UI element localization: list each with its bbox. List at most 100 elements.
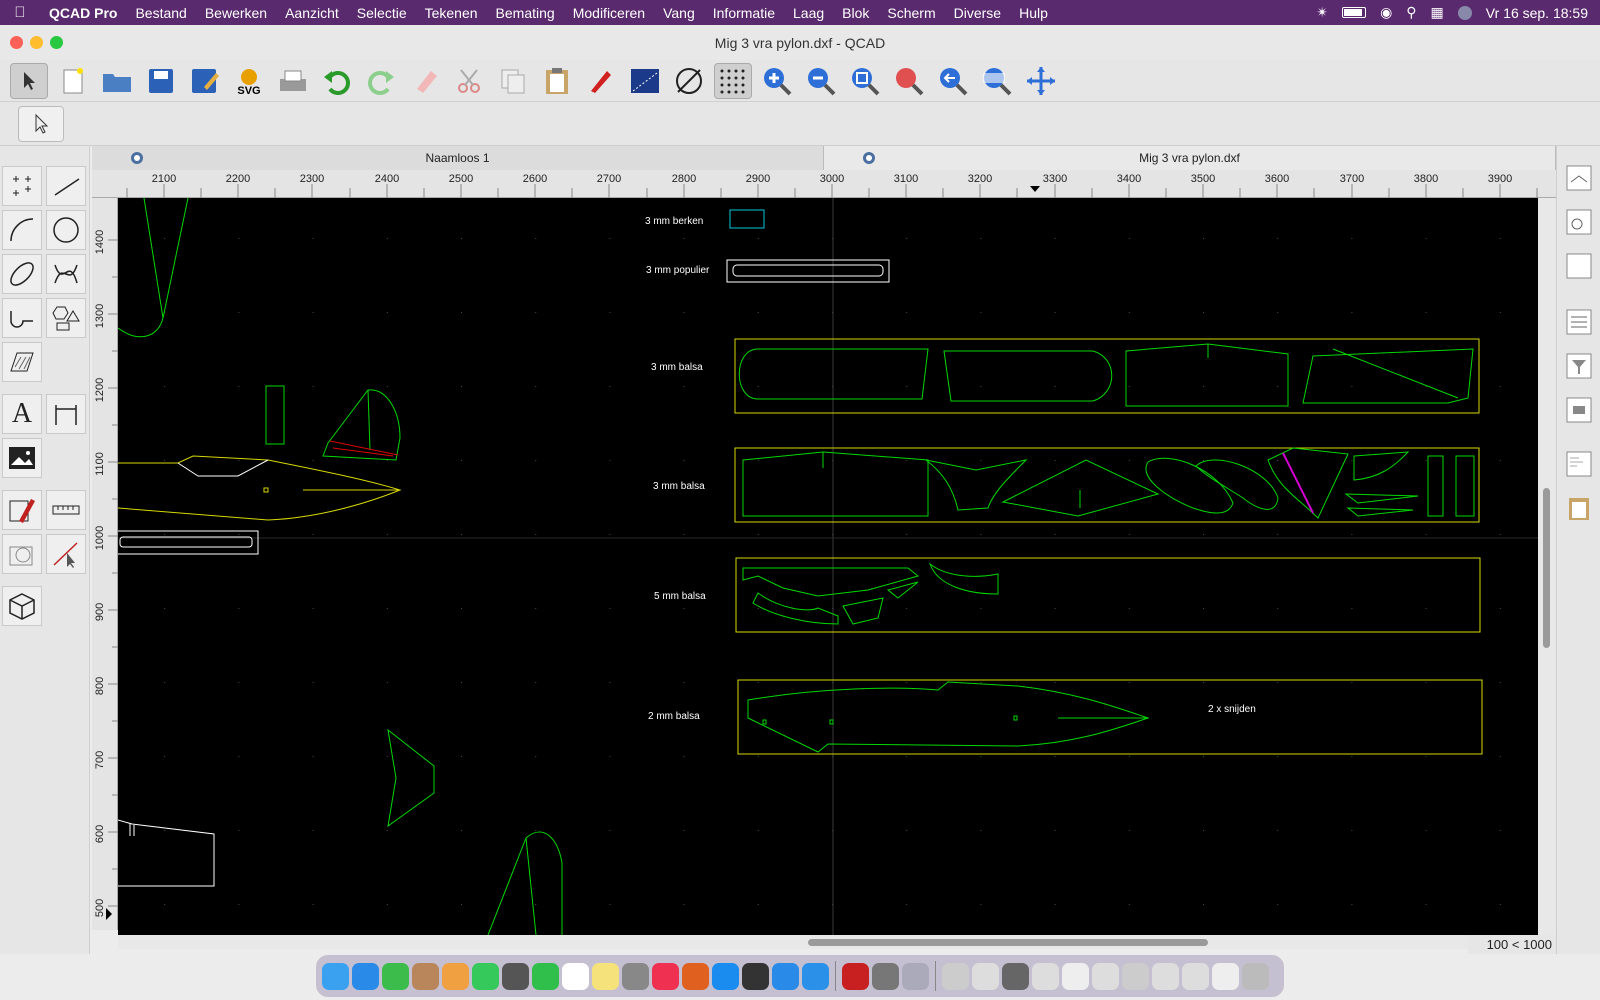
qcad-icon[interactable] bbox=[902, 962, 929, 990]
library-browser-icon[interactable] bbox=[1563, 394, 1595, 426]
area-icon[interactable] bbox=[626, 63, 664, 99]
spline-tool-icon[interactable] bbox=[46, 254, 86, 294]
finder-icon[interactable] bbox=[322, 962, 349, 990]
grid-icon[interactable] bbox=[714, 62, 752, 99]
close-window-button[interactable] bbox=[10, 36, 23, 49]
tab-mig-3-vra-pylon[interactable]: Mig 3 vra pylon.dxf bbox=[824, 146, 1556, 170]
zoom-window-icon[interactable] bbox=[978, 63, 1016, 99]
messages-icon[interactable] bbox=[472, 962, 499, 990]
horizontal-scrollbar[interactable] bbox=[118, 935, 1468, 949]
save-icon[interactable] bbox=[142, 63, 180, 99]
open-folder-icon[interactable] bbox=[98, 63, 136, 99]
layers-icon[interactable] bbox=[1563, 162, 1595, 194]
menu-blok[interactable]: Blok bbox=[833, 5, 878, 21]
acrobat-icon[interactable] bbox=[842, 962, 869, 990]
horizontal-scroll-thumb[interactable] bbox=[808, 939, 1208, 946]
point-tool-icon[interactable] bbox=[2, 166, 42, 206]
circle-tool-icon[interactable] bbox=[46, 210, 86, 250]
mail-icon[interactable] bbox=[352, 962, 379, 990]
document-icon[interactable] bbox=[1062, 962, 1089, 990]
dimension-tool-icon[interactable] bbox=[46, 394, 86, 434]
inkscape-icon[interactable] bbox=[742, 962, 769, 990]
zoom-in-icon[interactable] bbox=[758, 63, 796, 99]
menu-modificeren[interactable]: Modificeren bbox=[564, 5, 654, 21]
menu-bemating[interactable]: Bemating bbox=[487, 5, 564, 21]
pointer-icon[interactable] bbox=[10, 62, 48, 99]
menu-tekenen[interactable]: Tekenen bbox=[416, 5, 487, 21]
new-file-icon[interactable] bbox=[54, 63, 92, 99]
block-list-icon[interactable] bbox=[1563, 206, 1595, 238]
zoom-out-icon[interactable] bbox=[802, 63, 840, 99]
menu-vang[interactable]: Vang bbox=[654, 5, 704, 21]
search-icon[interactable]: ⚲ bbox=[1406, 4, 1416, 21]
safari-icon[interactable] bbox=[802, 962, 829, 990]
zoom-window-button[interactable] bbox=[50, 36, 63, 49]
photos-icon[interactable] bbox=[442, 962, 469, 990]
line-tool-icon[interactable] bbox=[46, 166, 86, 206]
save-as-icon[interactable] bbox=[186, 63, 224, 99]
document-icon[interactable] bbox=[972, 962, 999, 990]
app-icon[interactable] bbox=[412, 962, 439, 990]
command-line-icon[interactable] bbox=[1563, 448, 1595, 480]
siri-icon[interactable] bbox=[1457, 5, 1472, 20]
document-icon[interactable] bbox=[1002, 962, 1029, 990]
menu-laag[interactable]: Laag bbox=[784, 5, 833, 21]
no-snap-icon[interactable] bbox=[670, 63, 708, 99]
clipboard-icon[interactable] bbox=[1563, 492, 1595, 524]
3d-box-tool-icon[interactable] bbox=[2, 586, 42, 626]
ellipse-tool-icon[interactable] bbox=[2, 254, 42, 294]
menu-bewerken[interactable]: Bewerken bbox=[196, 5, 276, 21]
app-c-icon[interactable] bbox=[772, 962, 799, 990]
menu-hulp[interactable]: Hulp bbox=[1010, 5, 1057, 21]
polyline-tool-icon[interactable] bbox=[2, 298, 42, 338]
zoom-previous-icon[interactable] bbox=[934, 63, 972, 99]
view-list-icon[interactable] bbox=[1563, 250, 1595, 282]
undo-icon[interactable] bbox=[318, 63, 356, 99]
document-icon[interactable] bbox=[1032, 962, 1059, 990]
calendar-icon[interactable] bbox=[562, 962, 589, 990]
modify-tool-icon[interactable] bbox=[2, 490, 42, 530]
block-tool-icon[interactable] bbox=[2, 534, 42, 574]
trash-icon[interactable] bbox=[1242, 962, 1269, 990]
calculator-icon[interactable] bbox=[502, 962, 529, 990]
clock[interactable]: Vr 16 sep. 18:59 bbox=[1486, 5, 1588, 21]
image-tool-icon[interactable] bbox=[2, 438, 42, 478]
notes-icon[interactable] bbox=[592, 962, 619, 990]
redo-icon[interactable] bbox=[362, 63, 400, 99]
numbers-icon[interactable] bbox=[382, 962, 409, 990]
battery-icon[interactable] bbox=[1342, 7, 1367, 18]
menu-selectie[interactable]: Selectie bbox=[348, 5, 416, 21]
print-preview-icon[interactable] bbox=[274, 63, 312, 99]
select-pointer-icon[interactable] bbox=[18, 106, 64, 142]
hatch-tool-icon[interactable] bbox=[2, 342, 42, 382]
menu-bestand[interactable]: Bestand bbox=[126, 5, 195, 21]
filter-icon[interactable] bbox=[1563, 350, 1595, 382]
menu-aanzicht[interactable]: Aanzicht bbox=[276, 5, 348, 21]
document-icon[interactable] bbox=[1092, 962, 1119, 990]
control-center-icon[interactable]: ▦ bbox=[1431, 4, 1444, 21]
shape-tool-icon[interactable] bbox=[46, 298, 86, 338]
pen-icon[interactable] bbox=[582, 63, 620, 99]
menu-diverse[interactable]: Diverse bbox=[945, 5, 1010, 21]
copy-icon[interactable] bbox=[494, 63, 532, 99]
zoom-auto-icon[interactable] bbox=[846, 63, 884, 99]
select-tool-icon[interactable] bbox=[46, 534, 86, 574]
drawing-canvas[interactable]: 3 mm berken 3 mm populier 3 mm balsa 3 m… bbox=[118, 198, 1538, 935]
document-icon[interactable] bbox=[1212, 962, 1239, 990]
arc-tool-icon[interactable] bbox=[2, 210, 42, 250]
document-icon[interactable] bbox=[1122, 962, 1149, 990]
wifi-icon[interactable]: ◉ bbox=[1380, 4, 1392, 21]
vertical-scroll-thumb[interactable] bbox=[1543, 488, 1550, 648]
music-icon[interactable] bbox=[652, 962, 679, 990]
property-editor-icon[interactable] bbox=[1563, 306, 1595, 338]
document-icon[interactable] bbox=[1182, 962, 1209, 990]
facetime-icon[interactable] bbox=[532, 962, 559, 990]
apple-icon[interactable]:  bbox=[0, 4, 40, 21]
svg-export-icon[interactable]: SVG bbox=[230, 63, 268, 99]
app-store-icon[interactable] bbox=[712, 962, 739, 990]
settings-icon[interactable] bbox=[622, 962, 649, 990]
measure-tool-icon[interactable] bbox=[46, 490, 86, 530]
document-icon[interactable] bbox=[942, 962, 969, 990]
text-tool-icon[interactable]: A bbox=[2, 394, 42, 434]
paste-icon[interactable] bbox=[538, 63, 576, 99]
